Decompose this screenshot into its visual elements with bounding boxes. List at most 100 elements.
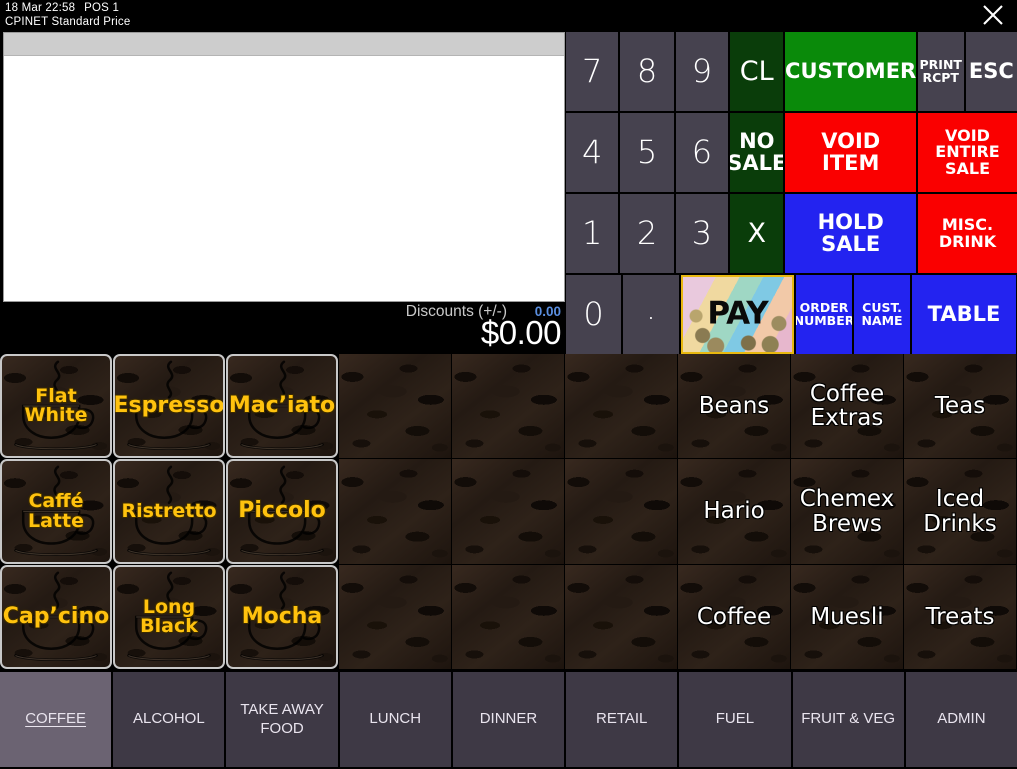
category-chemex-brews[interactable]: Chemex Brews [791, 459, 903, 564]
product-label: Caffé Latte [28, 490, 84, 532]
empty-cell [565, 565, 677, 669]
keypad-row: 1 2 3 X HOLD SALE MISC. DRINK [566, 194, 1017, 273]
product-mocha[interactable]: Mocha [226, 565, 338, 669]
tab-label: TAKE AWAY FOOD [240, 701, 324, 737]
keypad-row: 4 5 6 NO SALE VOID ITEM VOID ENTIRE SALE [566, 113, 1017, 192]
product-flat-white[interactable]: Flat White [0, 354, 112, 458]
tab-label: ALCOHOL [132, 710, 205, 728]
tab-lunch[interactable]: LUNCH [339, 672, 451, 767]
empty-cell [565, 354, 677, 458]
tab-label: RETAIL [596, 710, 648, 728]
tab-admin[interactable]: ADMIN [905, 672, 1017, 767]
product-label: Flat White [24, 384, 88, 426]
empty-cell [339, 565, 451, 669]
empty-cell [452, 459, 564, 564]
category-treats[interactable]: Treats [904, 565, 1016, 669]
no-sale-button[interactable]: NO SALE [730, 113, 784, 192]
category-muesli[interactable]: Muesli [791, 565, 903, 669]
key-label: . [645, 289, 657, 328]
empty-cell [565, 459, 677, 564]
key-label: CL [739, 55, 774, 87]
key-label: VOID ENTIRE SALE [935, 126, 1000, 178]
key-label: 5 [636, 133, 658, 172]
tab-label: FUEL [715, 710, 755, 728]
category-beans[interactable]: Beans [678, 354, 790, 458]
category-iced-drinks[interactable]: Iced Drinks [904, 459, 1016, 564]
key-label: 4 [582, 133, 603, 172]
grand-total-amount: $0.00 [480, 314, 562, 351]
department-tab-bar: COFFEE ALCOHOL TAKE AWAY FOOD LUNCH DINNER RET… [0, 672, 1017, 767]
key-label: 8 [636, 52, 658, 91]
clear-button[interactable]: CL [730, 32, 784, 111]
key-label: 0 [583, 295, 604, 334]
tab-label: ADMIN [937, 710, 986, 728]
key-decimal[interactable]: . [623, 275, 679, 354]
title-bar: 18 Mar 22:58 POS 1 CPINET Standard Price [0, 0, 1017, 30]
key-label: ORDER NUMBER [796, 299, 852, 328]
category-label: Iced Drinks [923, 486, 997, 537]
category-coffee-extras[interactable]: Coffee Extras [791, 354, 903, 458]
table-button[interactable]: TABLE [912, 275, 1016, 354]
pos-application: 18 Mar 22:58 POS 1 CPINET Standard Price … [0, 0, 1017, 769]
category-label: Treats [925, 603, 995, 630]
receipt-panel[interactable] [3, 32, 565, 302]
tab-fuel[interactable]: FUEL [679, 672, 791, 767]
product-label: Cap’cino [2, 603, 110, 629]
product-caffe-latte[interactable]: Caffé Latte [0, 459, 112, 564]
tab-dinner[interactable]: DINNER [452, 672, 565, 767]
status-datetime: 18 Mar 22:58 [5, 2, 76, 14]
order-number-button[interactable]: ORDER NUMBER [796, 275, 852, 354]
key-7[interactable]: 7 [566, 32, 619, 111]
product-ristretto[interactable]: Ristretto [113, 459, 225, 564]
tab-coffee[interactable]: COFFEE [0, 672, 112, 767]
print-receipt-button[interactable]: PRINT RCPT [917, 32, 964, 111]
misc-drink-button[interactable]: MISC. DRINK [917, 194, 1017, 273]
product-long-black[interactable]: Long Black [113, 565, 225, 669]
key-label: TABLE [927, 301, 1001, 326]
tab-label: LUNCH [369, 710, 422, 728]
key-label: CUST. NAME [861, 299, 903, 328]
key-6[interactable]: 6 [675, 113, 729, 192]
key-0[interactable]: 0 [566, 275, 621, 354]
product-espresso[interactable]: Espresso [113, 354, 225, 458]
key-label: X [747, 217, 767, 249]
customer-name-button[interactable]: CUST. NAME [854, 275, 910, 354]
void-item-button[interactable]: VOID ITEM [785, 113, 916, 192]
product-label: Long Black [140, 595, 198, 637]
category-teas[interactable]: Teas [904, 354, 1016, 458]
category-hario[interactable]: Hario [678, 459, 790, 564]
category-label: Coffee Extras [809, 380, 885, 431]
totals-panel: Discounts (+/-) 0.00 $0.00 [3, 302, 565, 352]
tab-alcohol[interactable]: ALCOHOL [113, 672, 225, 767]
void-entire-sale-button[interactable]: VOID ENTIRE SALE [917, 113, 1017, 192]
status-store-line: CPINET Standard Price [5, 16, 131, 28]
tab-fruit-and-veg[interactable]: FRUIT & VEG [792, 672, 904, 767]
key-5[interactable]: 5 [620, 113, 674, 192]
product-macchiato[interactable]: Mac’iato [226, 354, 338, 458]
receipt-item-list[interactable] [4, 57, 564, 301]
key-2[interactable]: 2 [620, 194, 674, 273]
multiply-button[interactable]: X [730, 194, 784, 273]
key-label: NO SALE [730, 129, 784, 175]
product-piccolo[interactable]: Piccolo [226, 459, 338, 564]
key-8[interactable]: 8 [620, 32, 674, 111]
hold-sale-button[interactable]: HOLD SALE [785, 194, 916, 273]
key-label: HOLD SALE [817, 210, 884, 256]
category-coffee[interactable]: Coffee [678, 565, 790, 669]
key-3[interactable]: 3 [675, 194, 729, 273]
pay-button[interactable]: PAY [681, 275, 794, 354]
tab-label: COFFEE [25, 710, 87, 728]
empty-cell [339, 459, 451, 564]
escape-button[interactable]: ESC [965, 32, 1017, 111]
key-1[interactable]: 1 [566, 194, 619, 273]
key-9[interactable]: 9 [675, 32, 729, 111]
product-grid: Flat White Espresso Mac’iato Beans Coffee Extr… [0, 354, 1017, 670]
status-pos-id: POS 1 [84, 2, 120, 14]
tab-take-away-food[interactable]: TAKE AWAY FOOD [226, 672, 338, 767]
close-button[interactable] [971, 0, 1015, 30]
customer-button[interactable]: CUSTOMER [785, 32, 916, 111]
tab-retail[interactable]: RETAIL [566, 672, 678, 767]
product-cappuccino[interactable]: Cap’cino [0, 565, 112, 669]
keypad: 7 8 9 CL CUSTOMER PRINT RCPT ESC 4 5 6 NO SALE VOID I… [566, 32, 1017, 354]
key-4[interactable]: 4 [566, 113, 619, 192]
